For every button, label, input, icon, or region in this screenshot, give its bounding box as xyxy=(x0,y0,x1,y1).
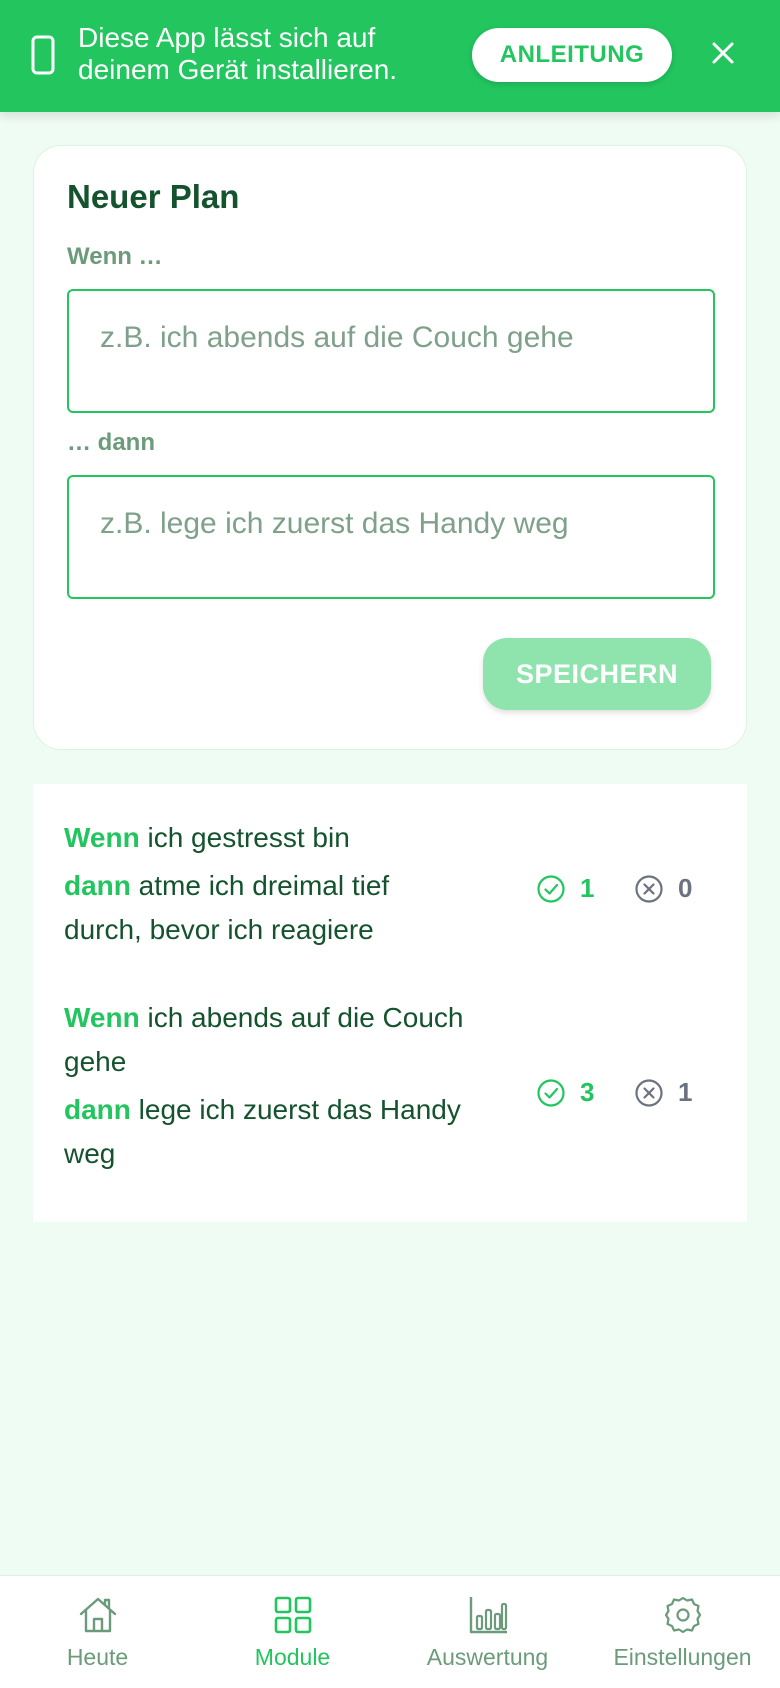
guide-button[interactable]: ANLEITUNG xyxy=(472,28,672,82)
card-title: Neuer Plan xyxy=(67,178,240,215)
nav-item-heute[interactable]: Heute xyxy=(0,1576,195,1688)
bar-chart-icon xyxy=(469,1597,508,1634)
gear-icon xyxy=(664,1596,702,1634)
success-count[interactable]: 3 xyxy=(536,1077,594,1108)
then-placeholder: z.B. lege ich zuerst das Handy weg xyxy=(100,507,569,540)
plan-then-line: dann lege ich zuerst das Handy xyxy=(64,1088,504,1132)
install-banner: Diese App lässt sich auf deinem Gerät in… xyxy=(0,0,780,112)
install-message: Diese App lässt sich auf deinem Gerät in… xyxy=(78,22,398,85)
check-circle-icon xyxy=(537,874,565,903)
plan-if-line-continued: gehe xyxy=(64,1046,127,1077)
app-screen: Diese App lässt sich auf deinem Gerät in… xyxy=(0,0,780,1688)
nav-label: Auswertung xyxy=(426,1644,549,1670)
then-input[interactable]: z.B. lege ich zuerst das Handy weg xyxy=(67,475,715,599)
nav-item-einstellungen[interactable]: Einstellungen xyxy=(585,1576,780,1688)
if-placeholder: z.B. ich abends auf die Couch gehe xyxy=(100,321,574,354)
plan-then-line-continued: weg xyxy=(64,1138,116,1169)
if-label: Wenn … xyxy=(67,243,163,270)
nav-item-module[interactable]: Module xyxy=(195,1576,390,1688)
plan-then-text: atme ich dreimal tief xyxy=(138,870,390,901)
failure-count[interactable]: 1 xyxy=(634,1077,692,1108)
bottom-nav: Heute Module Auswertung Einstellungen xyxy=(0,1575,780,1688)
plan-then-line-continued: durch, bevor ich reagiere xyxy=(64,914,374,945)
x-circle-icon xyxy=(635,1078,663,1107)
success-count[interactable]: 1 xyxy=(536,873,594,904)
grid-icon xyxy=(274,1596,312,1634)
then-keyword: dann xyxy=(64,1094,131,1125)
success-value: 1 xyxy=(580,873,595,903)
plan-if-text: ich gestresst bin xyxy=(147,822,350,853)
close-icon[interactable] xyxy=(708,38,738,68)
x-circle-icon xyxy=(635,874,663,903)
plan-item[interactable]: Wenn ich gestresst bin dann atme ich dre… xyxy=(64,816,504,952)
if-input[interactable]: z.B. ich abends auf die Couch gehe xyxy=(67,289,715,413)
success-value: 3 xyxy=(580,1077,595,1107)
then-label: … dann xyxy=(67,429,155,456)
nav-label: Heute xyxy=(66,1644,129,1670)
plan-if-line: Wenn ich abends auf die Couch xyxy=(64,996,504,1040)
plan-if-line: Wenn ich gestresst bin xyxy=(64,816,504,860)
nav-label: Einstellungen xyxy=(613,1644,752,1670)
nav-label: Module xyxy=(254,1644,331,1670)
failure-value: 0 xyxy=(678,873,693,903)
if-keyword: Wenn xyxy=(64,1002,140,1033)
then-keyword: dann xyxy=(64,870,131,901)
home-icon xyxy=(79,1597,117,1633)
failure-count[interactable]: 0 xyxy=(634,873,692,904)
failure-value: 1 xyxy=(678,1077,693,1107)
if-keyword: Wenn xyxy=(64,822,140,853)
plan-then-text: lege ich zuerst das Handy xyxy=(138,1094,461,1125)
phone-icon xyxy=(31,35,55,75)
save-button[interactable]: SPEICHERN xyxy=(483,638,711,710)
plan-then-line: dann atme ich dreimal tief xyxy=(64,864,504,908)
check-circle-icon xyxy=(537,1078,565,1107)
new-plan-card: Neuer Plan Wenn … z.B. ich abends auf di… xyxy=(33,145,747,750)
nav-item-auswertung[interactable]: Auswertung xyxy=(390,1576,585,1688)
plan-if-text: ich abends auf die Couch xyxy=(147,1002,464,1033)
plans-list: Wenn ich gestresst bin dann atme ich dre… xyxy=(33,784,747,1222)
plan-item[interactable]: Wenn ich abends auf die Couch gehe dann … xyxy=(64,996,504,1176)
